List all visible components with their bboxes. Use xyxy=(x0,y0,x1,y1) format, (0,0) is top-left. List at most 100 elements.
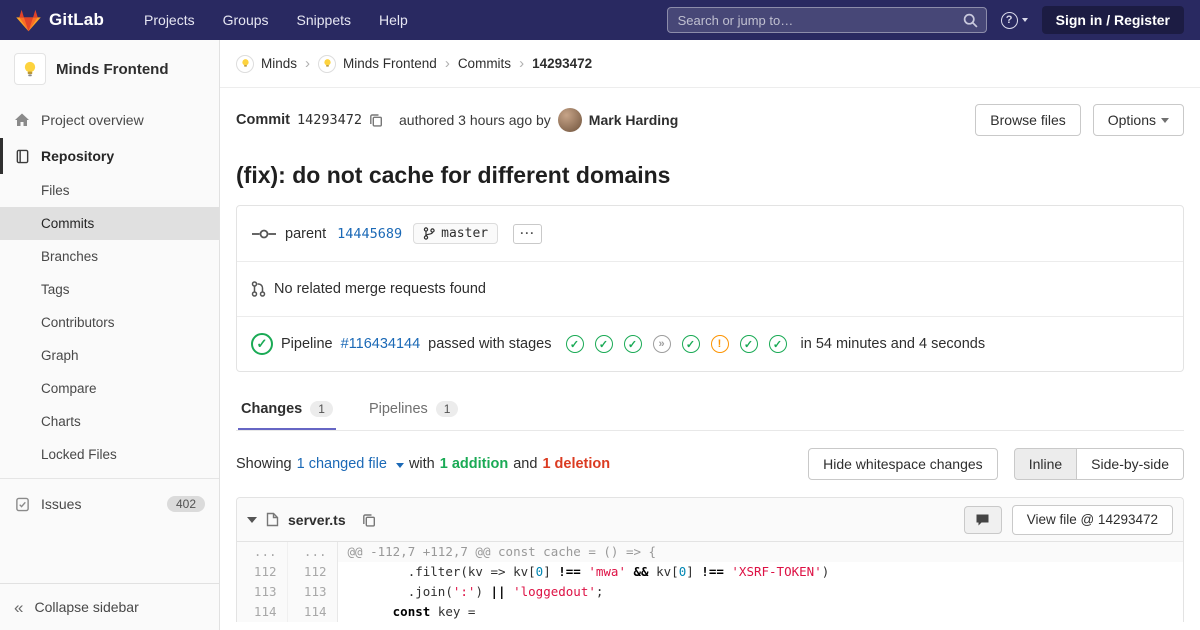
merge-requests-row: No related merge requests found xyxy=(237,261,1183,316)
expand-commit-description-button[interactable]: ··· xyxy=(513,223,543,244)
gitlab-home-link[interactable]: GitLab xyxy=(16,9,104,32)
breadcrumb-project[interactable]: Minds Frontend xyxy=(343,56,437,71)
author-avatar[interactable] xyxy=(557,108,582,132)
code-token-p: ] xyxy=(686,564,702,579)
book-icon xyxy=(14,149,30,164)
search-input[interactable] xyxy=(667,8,986,32)
tab-changes[interactable]: Changes 1 xyxy=(238,388,336,430)
diff-old-line-number[interactable]: 113 xyxy=(237,582,288,602)
copy-icon xyxy=(362,513,375,527)
breadcrumb-separator-icon: › xyxy=(444,55,450,72)
diff-old-line-number: ... xyxy=(237,542,288,562)
sidebar-item-project-overview[interactable]: Project overview xyxy=(0,102,219,138)
sidebar-item-charts[interactable]: Charts xyxy=(0,405,219,438)
options-label: Options xyxy=(1107,112,1156,128)
branch-icon xyxy=(423,227,435,240)
sign-in-button[interactable]: Sign in / Register xyxy=(1041,6,1184,34)
branch-ref-chip[interactable]: master xyxy=(413,223,499,244)
project-name: Minds Frontend xyxy=(56,60,169,78)
nav-snippets[interactable]: Snippets xyxy=(283,0,365,40)
breadcrumb-commits[interactable]: Commits xyxy=(458,56,511,71)
diff-line-content: .join(':') || 'loggedout'; xyxy=(337,582,1183,602)
commit-info-box: parent 14445689 master ··· No related me… xyxy=(236,205,1184,372)
diff-old-line-number[interactable]: 112 xyxy=(237,562,288,582)
brand-name: GitLab xyxy=(49,10,105,29)
hide-whitespace-button[interactable]: Hide whitespace changes xyxy=(808,448,998,480)
sidebar-item-branches[interactable]: Branches xyxy=(0,240,219,273)
issues-count-badge: 402 xyxy=(166,496,205,512)
ci-stage-skipped-icon[interactable]: » xyxy=(652,335,671,353)
inline-view-button[interactable]: Inline xyxy=(1013,448,1078,480)
pipeline-status-passed-icon[interactable]: ✓ xyxy=(251,333,273,355)
parent-sha-link[interactable]: 14445689 xyxy=(337,226,402,242)
project-context[interactable]: Minds Frontend xyxy=(0,40,219,98)
author-name[interactable]: Mark Harding xyxy=(589,112,678,128)
diff-old-line-number[interactable]: 114 xyxy=(237,602,288,622)
tab-pipelines[interactable]: Pipelines 1 xyxy=(366,388,462,430)
nav-help[interactable]: Help xyxy=(365,0,422,40)
diff-new-line-number[interactable]: 112 xyxy=(287,562,338,582)
ci-stage-passed-icon[interactable]: ✓ xyxy=(739,335,758,353)
code-token-kw: const xyxy=(392,604,431,619)
code-token-p: ) xyxy=(475,584,491,599)
diff-line: ...... @@ -112,7 +112,7 @@ const cache = … xyxy=(237,542,1183,562)
toggle-comments-button[interactable] xyxy=(963,505,1002,534)
nav-projects[interactable]: Projects xyxy=(130,0,209,40)
commit-title: (fix): do not cache for different domain… xyxy=(236,162,671,188)
sidebar-item-repository[interactable]: Repository xyxy=(0,138,219,174)
side-by-side-view-button[interactable]: Side-by-side xyxy=(1076,448,1184,480)
sidebar-item-tags[interactable]: Tags xyxy=(0,273,219,306)
ci-stage-passed-icon[interactable]: ✓ xyxy=(594,335,613,353)
collapse-sidebar-button[interactable]: « Collapse sidebar xyxy=(0,583,219,630)
diff-file-panel: server.ts View file @ 14293472 ...... @@ … xyxy=(236,497,1184,622)
pipeline-row: ✓ Pipeline #116434144 passed with stages… xyxy=(237,316,1183,371)
diff-line: 113 113 .join(':') || 'loggedout'; xyxy=(237,582,1183,602)
changed-files-dropdown[interactable]: 1 changed file xyxy=(297,456,404,472)
ci-stage-passed-icon[interactable]: ✓ xyxy=(565,335,584,353)
code-token-p: kv[ xyxy=(648,564,679,579)
showing-text: Showing xyxy=(236,456,292,472)
copy-sha-button[interactable] xyxy=(369,113,383,127)
sidebar-item-compare[interactable]: Compare xyxy=(0,372,219,405)
ci-stage-passed-icon[interactable]: ✓ xyxy=(768,335,787,353)
sidebar: Minds Frontend Project overview Reposito… xyxy=(0,40,220,630)
sidebar-item-issues[interactable]: Issues 402 xyxy=(0,486,219,522)
ci-stage-passed-icon[interactable]: ✓ xyxy=(623,335,642,353)
search-box xyxy=(666,7,987,33)
code-token-p xyxy=(348,604,393,619)
nav-groups[interactable]: Groups xyxy=(209,0,283,40)
sidebar-item-graph[interactable]: Graph xyxy=(0,339,219,372)
file-name[interactable]: server.ts xyxy=(288,512,346,528)
diff-line: 114 114 const key = xyxy=(237,602,1183,622)
top-navbar: GitLab Projects Groups Snippets Help ? S… xyxy=(0,0,1200,40)
diff-new-line-number[interactable]: 114 xyxy=(287,602,338,622)
sidebar-item-files[interactable]: Files xyxy=(0,174,219,207)
pipeline-id-link[interactable]: #116434144 xyxy=(341,336,421,352)
options-dropdown-button[interactable]: Options xyxy=(1092,104,1184,136)
diff-view-buttons: Hide whitespace changes Inline Side-by-s… xyxy=(808,448,1184,480)
code-token-op: !== xyxy=(558,564,581,579)
view-file-button[interactable]: View file @ 14293472 xyxy=(1011,504,1173,535)
copy-file-path-button[interactable] xyxy=(362,513,376,527)
code-token-p: @@ -112,7 +112,7 @@ const cache = () => … xyxy=(347,544,657,559)
breadcrumb-group[interactable]: Minds xyxy=(261,56,297,71)
chevron-down-icon xyxy=(395,463,404,468)
sidebar-item-locked-files[interactable]: Locked Files xyxy=(0,438,219,471)
pipeline-label: Pipeline xyxy=(281,336,333,352)
and-text: and xyxy=(513,456,538,472)
chevron-down-icon xyxy=(1161,117,1169,123)
code-token-p: .filter(kv => kv[ xyxy=(347,564,536,579)
diff-line-content: @@ -112,7 +112,7 @@ const cache = () => … xyxy=(337,542,1183,562)
code-token-p: key = xyxy=(430,604,476,619)
collapse-diff-caret-icon[interactable] xyxy=(247,516,257,523)
gitlab-tanuki-icon xyxy=(16,9,41,31)
help-menu[interactable]: ? xyxy=(1000,11,1028,29)
tab-changes-count-badge: 1 xyxy=(310,401,333,417)
browse-files-button[interactable]: Browse files xyxy=(975,104,1081,136)
sidebar-item-contributors[interactable]: Contributors xyxy=(0,306,219,339)
sidebar-item-commits[interactable]: Commits xyxy=(0,207,219,240)
ci-stage-passed-icon[interactable]: ✓ xyxy=(681,335,700,353)
diff-new-line-number[interactable]: 113 xyxy=(287,582,338,602)
authored-text-wrap: authored 3 hours ago by Mark Harding xyxy=(399,108,678,132)
ci-stage-warning-icon[interactable]: ! xyxy=(710,335,729,353)
